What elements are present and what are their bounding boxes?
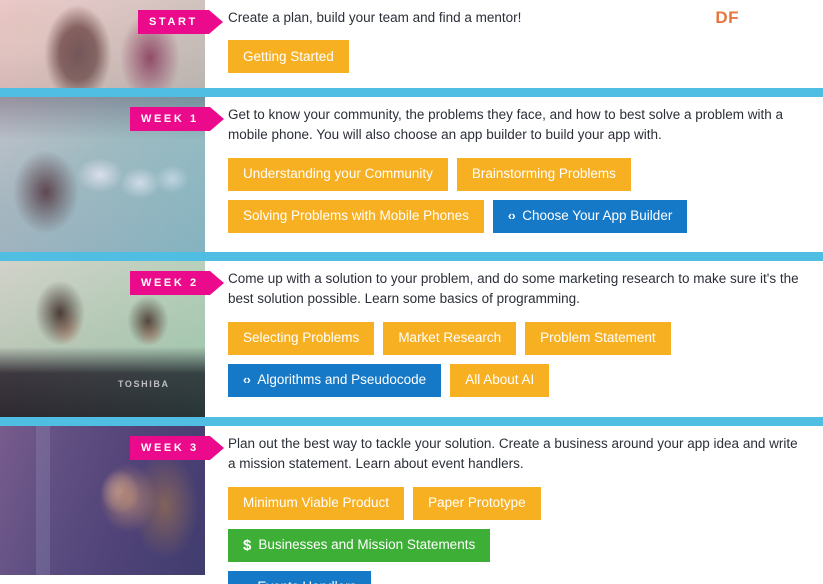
- money-icon: $: [243, 536, 252, 554]
- code-icon: ‹›: [243, 372, 251, 387]
- lesson-button-label: Problem Statement: [540, 330, 656, 346]
- section-body: TOSHIBA WEEK 2 Come up with a solution to …: [0, 261, 823, 417]
- section-description: Get to know your community, the problems…: [228, 107, 784, 143]
- lesson-button-label: Understanding your Community: [243, 166, 433, 182]
- section-body: WEEK 3 Plan out the best way to tackle yo…: [0, 426, 823, 584]
- lesson-button-label: Algorithms and Pseudocode: [257, 372, 427, 388]
- lesson-button[interactable]: All About AI: [450, 363, 550, 397]
- lesson-button-row: Getting Started: [228, 40, 801, 74]
- timeline-section: WEEK 1 Get to know your community, the pr…: [0, 88, 823, 252]
- lesson-button-label: Getting Started: [243, 49, 334, 64]
- lesson-button-label: Solving Problems with Mobile Phones: [243, 208, 469, 224]
- lesson-button-row: Selecting Problems Market Research Problem…: [228, 321, 801, 355]
- lesson-button[interactable]: $ Businesses and Mission Statements: [228, 528, 491, 562]
- sections-list: START Create a plan, build your team and …: [0, 0, 823, 584]
- lesson-button-label: Selecting Problems: [243, 330, 360, 346]
- week-badge: START: [138, 10, 223, 34]
- lesson-button[interactable]: Market Research: [383, 321, 517, 355]
- lesson-button[interactable]: ‹›Events Handlers: [228, 570, 372, 584]
- lesson-button-label: Businesses and Mission Statements: [258, 537, 476, 553]
- code-icon: ‹›: [507, 208, 516, 223]
- lesson-button-row: Understanding your Community Brainstormin…: [228, 157, 801, 191]
- week-badge: WEEK 3: [130, 436, 224, 460]
- section-body: START Create a plan, build your team and …: [0, 0, 823, 88]
- lesson-button[interactable]: Solving Problems with Mobile Phones: [228, 199, 484, 233]
- lesson-button-label: Events Handlers: [257, 580, 356, 584]
- lesson-button-row: ‹›Events Handlers: [228, 570, 801, 584]
- week-badge: WEEK 2: [130, 271, 224, 295]
- lesson-button-label: All About AI: [465, 372, 535, 388]
- section-content: Get to know your community, the problems…: [205, 97, 823, 252]
- lesson-button-row: ‹› Algorithms and Pseudocode All About AI: [228, 363, 801, 397]
- lesson-button[interactable]: Paper Prototype: [413, 486, 541, 520]
- lesson-button-label: Market Research: [398, 330, 502, 346]
- curriculum-timeline-page: DF START Create a plan, build your team a…: [0, 0, 823, 584]
- timeline-section: START Create a plan, build your team and …: [0, 0, 823, 88]
- lesson-button-label: Brainstorming Problems: [471, 166, 616, 182]
- section-divider: [0, 88, 823, 97]
- photo-monitor-edge: [36, 426, 50, 575]
- laptop-brand-text: TOSHIBA: [118, 379, 170, 389]
- lesson-button[interactable]: Brainstorming Problems: [456, 157, 631, 191]
- lesson-button[interactable]: Problem Statement: [525, 321, 671, 355]
- lesson-button-row: Minimum Viable Product Paper Prototype $ Bu…: [228, 486, 801, 562]
- timeline-section: TOSHIBA WEEK 2 Come up with a solution to …: [0, 252, 823, 417]
- section-divider: [0, 417, 823, 426]
- lesson-button[interactable]: Getting Started: [228, 40, 349, 74]
- lesson-button-label: Choose Your App Builder: [522, 208, 673, 224]
- lesson-button[interactable]: ‹› Choose Your App Builder: [492, 199, 688, 233]
- lesson-button[interactable]: Understanding your Community: [228, 157, 448, 191]
- section-content: Plan out the best way to tackle your sol…: [205, 426, 823, 584]
- lesson-button[interactable]: Selecting Problems: [228, 321, 375, 355]
- section-content: Come up with a solution to your problem,…: [205, 261, 823, 417]
- section-description: Plan out the best way to tackle your sol…: [228, 436, 798, 472]
- lesson-button-label: Minimum Viable Product: [243, 495, 390, 511]
- section-description: Come up with a solution to your problem,…: [228, 271, 799, 307]
- section-body: WEEK 1 Get to know your community, the pr…: [0, 97, 823, 252]
- lesson-button[interactable]: ‹› Algorithms and Pseudocode: [228, 363, 442, 397]
- timeline-section: WEEK 3 Plan out the best way to tackle yo…: [0, 417, 823, 584]
- lesson-button[interactable]: Minimum Viable Product: [228, 486, 405, 520]
- section-divider: [0, 252, 823, 261]
- lesson-button-row: Solving Problems with Mobile Phones ‹› Cho…: [228, 199, 801, 233]
- week-badge: WEEK 1: [130, 107, 224, 131]
- lesson-button-label: Paper Prototype: [428, 495, 526, 511]
- brand-logo: DF: [715, 8, 739, 27]
